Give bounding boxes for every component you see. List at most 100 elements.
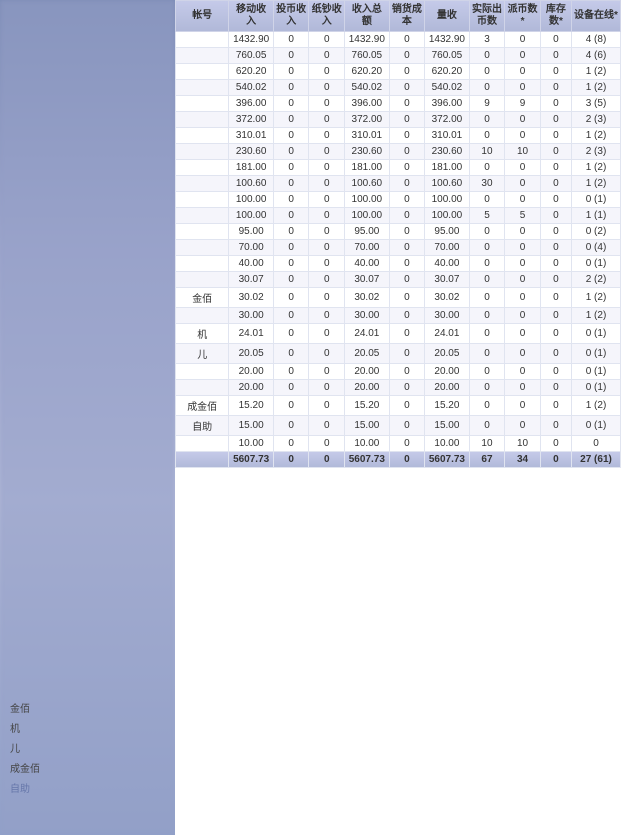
cell-issued_coins: 0 bbox=[505, 364, 541, 380]
cell-coin_income: 0 bbox=[273, 380, 309, 396]
cell-stock: 0 bbox=[540, 64, 571, 80]
cell-sales_cost: 0 bbox=[389, 192, 425, 208]
cell-paper_income: 0 bbox=[309, 80, 345, 96]
cell-total_amount: 70.00 bbox=[345, 240, 390, 256]
cell-coin_income: 0 bbox=[273, 416, 309, 436]
cell-total_amount: 30.02 bbox=[345, 288, 390, 308]
cell-device_online: 2 (3) bbox=[572, 144, 621, 160]
cell-sales: 620.20 bbox=[425, 64, 470, 80]
cell-coin_income: 0 bbox=[273, 272, 309, 288]
cell-stock: 0 bbox=[540, 224, 571, 240]
cell-mobile_income: 30.00 bbox=[229, 308, 274, 324]
cell-actual_coins: 10 bbox=[469, 144, 505, 160]
cell-total_amount: 40.00 bbox=[345, 256, 390, 272]
cell-issued_coins: 0 bbox=[505, 344, 541, 364]
cell-paper_income: 0 bbox=[309, 32, 345, 48]
totals-stock: 0 bbox=[540, 452, 571, 468]
cell-coin_income: 0 bbox=[273, 48, 309, 64]
cell-stock: 0 bbox=[540, 272, 571, 288]
cell-paper_income: 0 bbox=[309, 288, 345, 308]
cell-device_online: 0 (1) bbox=[572, 364, 621, 380]
cell-actual_coins: 0 bbox=[469, 48, 505, 64]
sidebar-label-1: 金佰 bbox=[10, 700, 30, 715]
cell-actual_coins: 0 bbox=[469, 272, 505, 288]
cell-issued_coins: 0 bbox=[505, 64, 541, 80]
table-row: 100.6000100.600100.6030001 (2) bbox=[176, 176, 621, 192]
cell-total_amount: 310.01 bbox=[345, 128, 390, 144]
cell-coin_income: 0 bbox=[273, 128, 309, 144]
cell-coin_income: 0 bbox=[273, 344, 309, 364]
cell-sales: 100.60 bbox=[425, 176, 470, 192]
cell-actual_coins: 0 bbox=[469, 416, 505, 436]
table-row: 620.2000620.200620.200001 (2) bbox=[176, 64, 621, 80]
cell-account bbox=[176, 192, 229, 208]
cell-total_amount: 760.05 bbox=[345, 48, 390, 64]
cell-actual_coins: 0 bbox=[469, 380, 505, 396]
table-row: 100.0000100.000100.005501 (1) bbox=[176, 208, 621, 224]
cell-paper_income: 0 bbox=[309, 48, 345, 64]
cell-stock: 0 bbox=[540, 416, 571, 436]
cell-actual_coins: 10 bbox=[469, 436, 505, 452]
cell-issued_coins: 0 bbox=[505, 240, 541, 256]
cell-sales_cost: 0 bbox=[389, 224, 425, 240]
cell-mobile_income: 230.60 bbox=[229, 144, 274, 160]
cell-device_online: 2 (3) bbox=[572, 112, 621, 128]
cell-issued_coins: 0 bbox=[505, 380, 541, 396]
cell-paper_income: 0 bbox=[309, 308, 345, 324]
cell-paper_income: 0 bbox=[309, 128, 345, 144]
cell-actual_coins: 0 bbox=[469, 64, 505, 80]
cell-actual_coins: 0 bbox=[469, 364, 505, 380]
cell-account: 金佰 bbox=[176, 288, 229, 308]
cell-issued_coins: 0 bbox=[505, 80, 541, 96]
cell-mobile_income: 100.00 bbox=[229, 208, 274, 224]
cell-paper_income: 0 bbox=[309, 176, 345, 192]
cell-issued_coins: 0 bbox=[505, 112, 541, 128]
cell-account bbox=[176, 240, 229, 256]
cell-device_online: 0 (1) bbox=[572, 256, 621, 272]
totals-issued_coins: 34 bbox=[505, 452, 541, 468]
cell-total_amount: 30.07 bbox=[345, 272, 390, 288]
cell-account bbox=[176, 272, 229, 288]
totals-device_online: 27 (61) bbox=[572, 452, 621, 468]
cell-account bbox=[176, 48, 229, 64]
cell-paper_income: 0 bbox=[309, 396, 345, 416]
cell-account bbox=[176, 436, 229, 452]
cell-issued_coins: 0 bbox=[505, 416, 541, 436]
cell-coin_income: 0 bbox=[273, 364, 309, 380]
cell-stock: 0 bbox=[540, 208, 571, 224]
cell-paper_income: 0 bbox=[309, 344, 345, 364]
cell-total_amount: 15.20 bbox=[345, 396, 390, 416]
cell-mobile_income: 372.00 bbox=[229, 112, 274, 128]
cell-actual_coins: 0 bbox=[469, 324, 505, 344]
cell-stock: 0 bbox=[540, 256, 571, 272]
cell-total_amount: 20.00 bbox=[345, 380, 390, 396]
cell-total_amount: 10.00 bbox=[345, 436, 390, 452]
cell-account bbox=[176, 96, 229, 112]
cell-actual_coins: 0 bbox=[469, 344, 505, 364]
cell-account: 成金佰 bbox=[176, 396, 229, 416]
cell-total_amount: 372.00 bbox=[345, 112, 390, 128]
cell-sales_cost: 0 bbox=[389, 128, 425, 144]
cell-mobile_income: 20.00 bbox=[229, 364, 274, 380]
sidebar-label-5: 自助 bbox=[10, 780, 30, 795]
cell-account bbox=[176, 308, 229, 324]
sidebar: 金佰 机 儿 成金佰 自助 bbox=[0, 0, 175, 835]
cell-sales_cost: 0 bbox=[389, 396, 425, 416]
cell-coin_income: 0 bbox=[273, 308, 309, 324]
totals-mobile_income: 5607.73 bbox=[229, 452, 274, 468]
col-header-stock: 库存数* bbox=[540, 1, 571, 32]
cell-actual_coins: 5 bbox=[469, 208, 505, 224]
cell-stock: 0 bbox=[540, 176, 571, 192]
cell-mobile_income: 10.00 bbox=[229, 436, 274, 452]
cell-sales_cost: 0 bbox=[389, 324, 425, 344]
table-row: 30.000030.00030.000001 (2) bbox=[176, 308, 621, 324]
cell-coin_income: 0 bbox=[273, 96, 309, 112]
cell-sales_cost: 0 bbox=[389, 256, 425, 272]
cell-actual_coins: 0 bbox=[469, 112, 505, 128]
cell-coin_income: 0 bbox=[273, 240, 309, 256]
cell-mobile_income: 15.20 bbox=[229, 396, 274, 416]
cell-coin_income: 0 bbox=[273, 396, 309, 416]
table-row: 181.0000181.000181.000001 (2) bbox=[176, 160, 621, 176]
table-row: 金佰30.020030.02030.020001 (2) bbox=[176, 288, 621, 308]
cell-issued_coins: 0 bbox=[505, 396, 541, 416]
